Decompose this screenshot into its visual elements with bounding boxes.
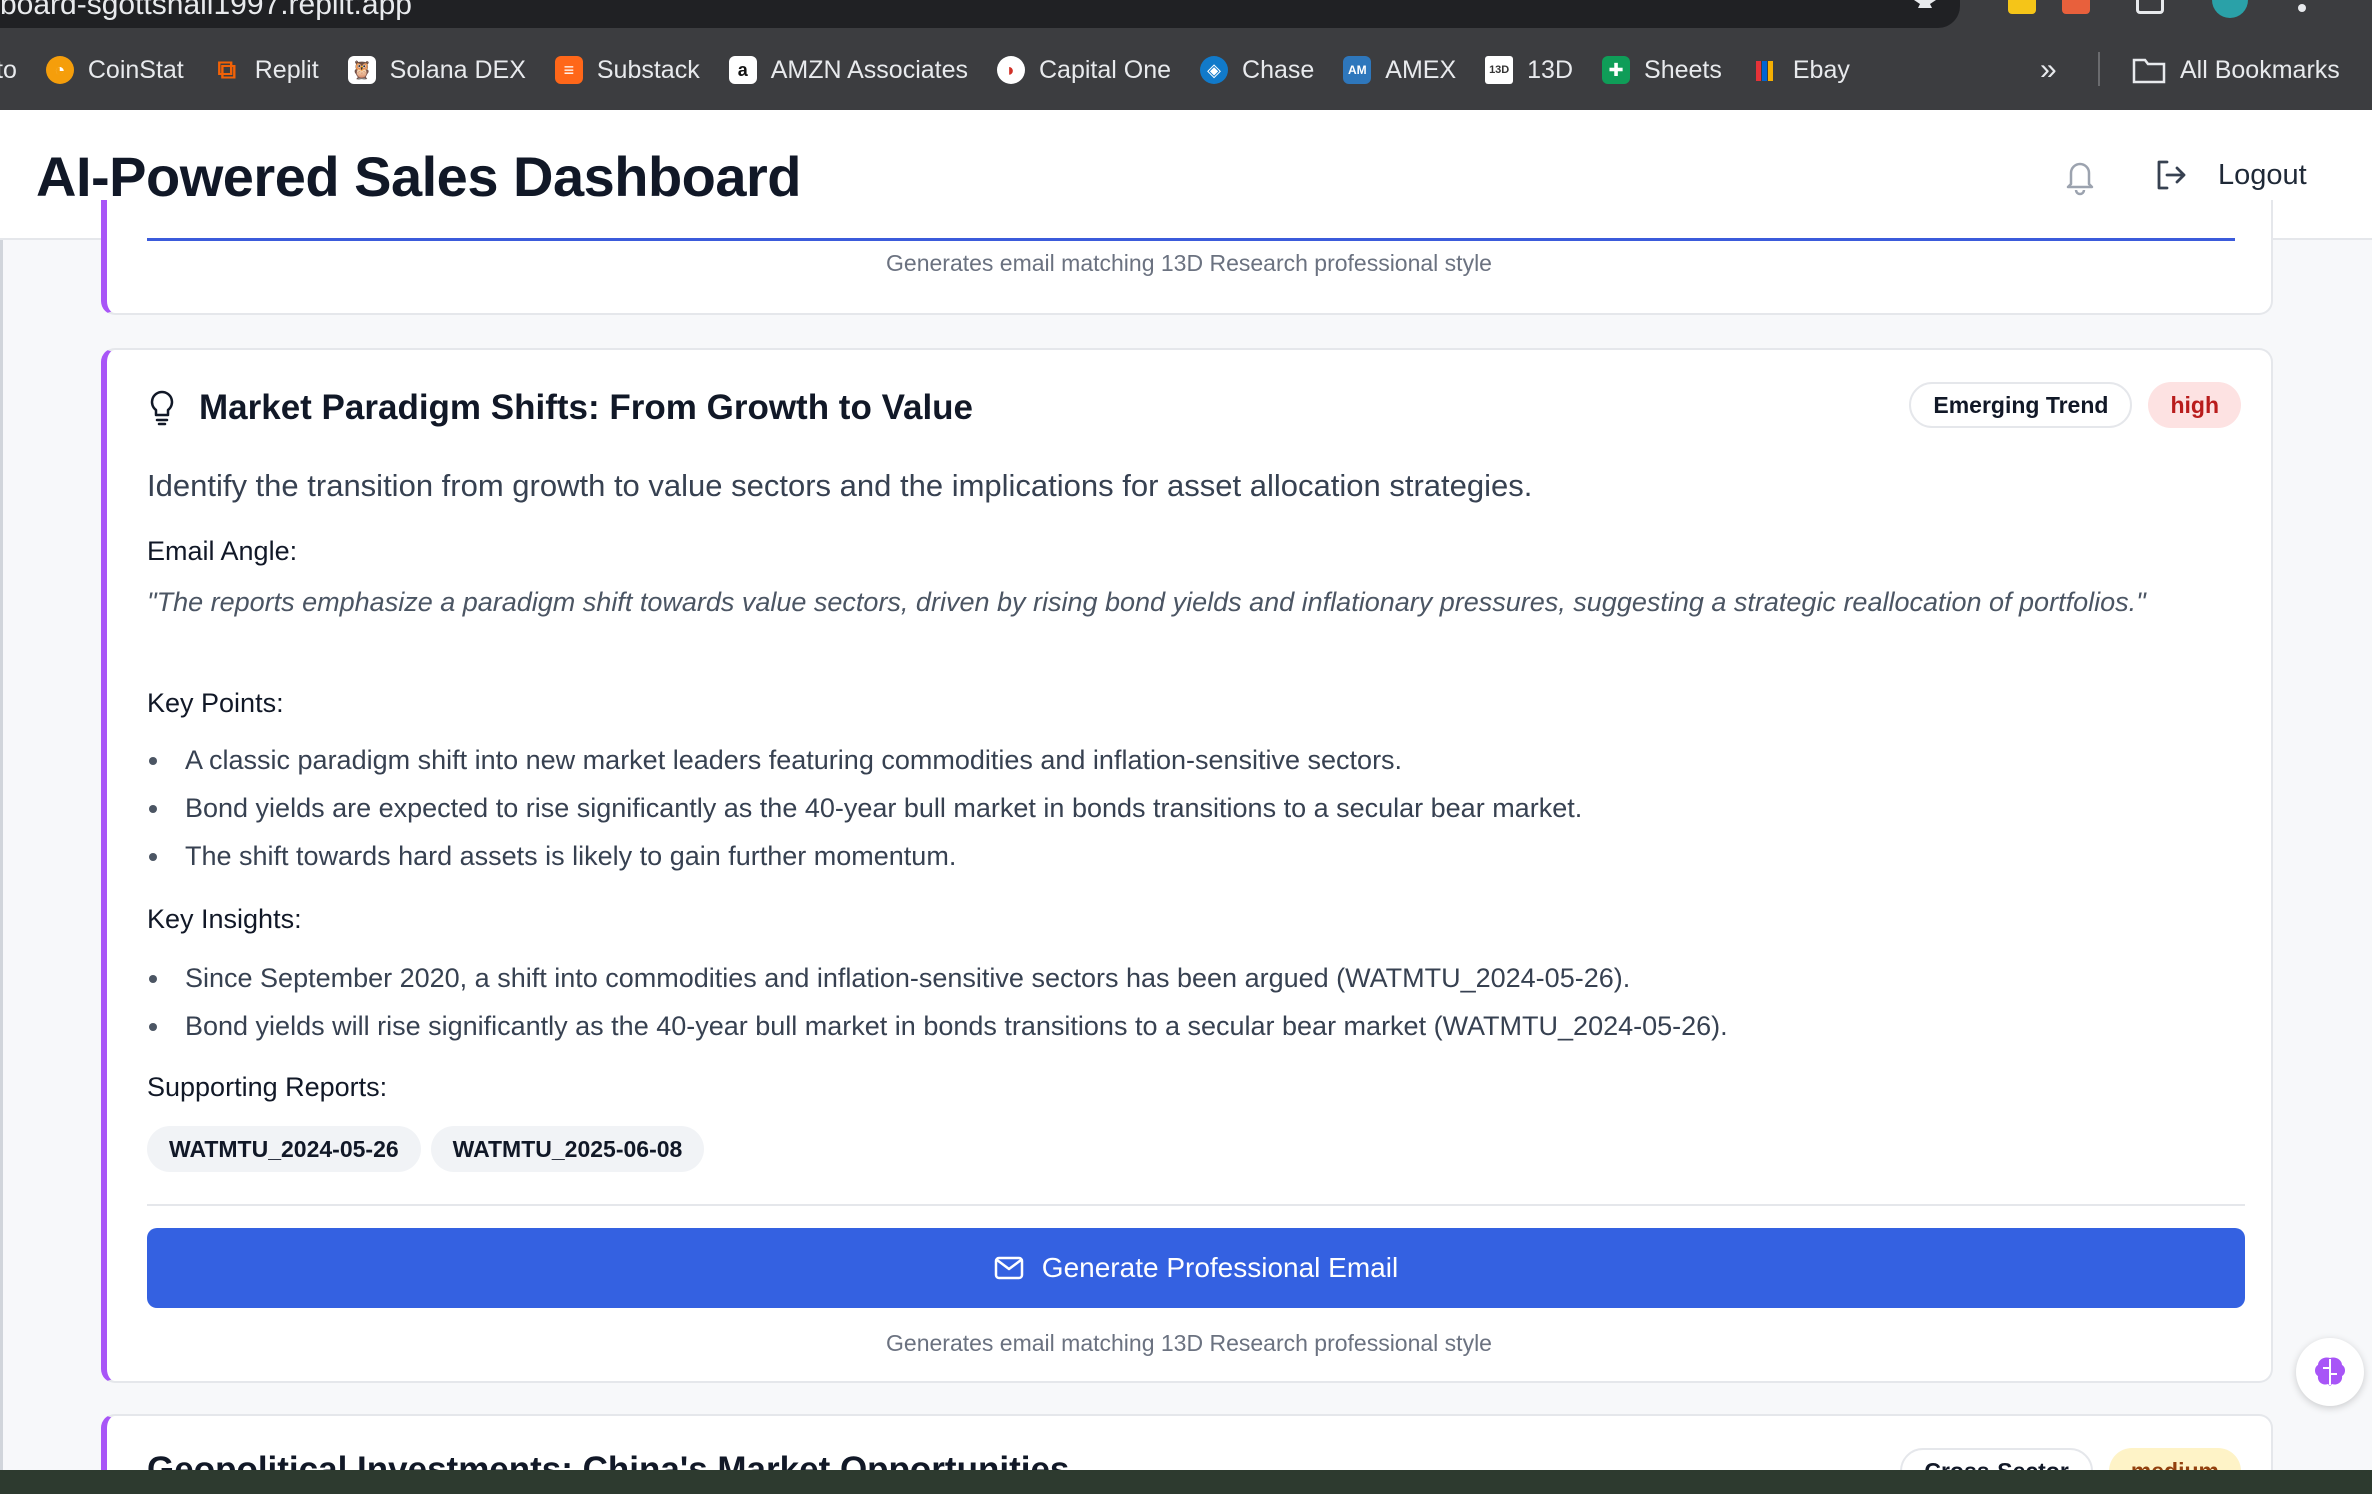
- card-badges: Emerging Trend high: [1909, 382, 2241, 428]
- list-item: A classic paradigm shift into new market…: [147, 736, 2237, 784]
- key-points-list: A classic paradigm shift into new market…: [147, 736, 2237, 880]
- extension-icon[interactable]: [2008, 0, 2036, 14]
- opportunity-card-previous: Generates email matching 13D Research pr…: [101, 200, 2273, 315]
- os-taskbar: [0, 1470, 2372, 1494]
- bookmark-coinstat[interactable]: ◔ CoinStat: [45, 30, 184, 110]
- star-icon[interactable]: [1912, 0, 1940, 14]
- list-item: Bond yields will rise significantly as t…: [147, 1002, 2237, 1050]
- browser-extension-icons: [1912, 0, 2372, 30]
- bookmark-chase[interactable]: ◈ Chase: [1200, 30, 1314, 110]
- bell-icon[interactable]: [2062, 156, 2098, 196]
- bookmark-capital-one[interactable]: ◗ Capital One: [997, 30, 1171, 110]
- bookmark-ebay[interactable]: Ebay: [1751, 30, 1850, 110]
- bookmark-sheets[interactable]: ✚ Sheets: [1602, 30, 1722, 110]
- logout-button[interactable]: Logout: [2154, 150, 2307, 200]
- lightbulb-icon: [150, 390, 174, 426]
- amazon-icon: a: [728, 56, 757, 84]
- replit-icon: ⧉: [217, 54, 237, 84]
- card-description: Identify the transition from growth to v…: [147, 468, 1533, 503]
- profile-avatar[interactable]: [2212, 0, 2248, 18]
- bookmark-substack[interactable]: ≡ Substack: [554, 30, 700, 110]
- generate-email-button[interactable]: Generate Professional Email: [147, 1228, 2245, 1308]
- folder-icon: [2132, 58, 2166, 84]
- amex-icon: AM: [1343, 56, 1372, 84]
- ebay-icon: [1751, 56, 1779, 84]
- chase-icon: ◈: [1200, 56, 1229, 84]
- report-chip[interactable]: WATMTU_2025-06-08: [430, 1126, 705, 1172]
- bookmark-partial[interactable]: to: [0, 30, 17, 110]
- trend-type-badge: Emerging Trend: [1909, 382, 2133, 428]
- bookmark-replit[interactable]: ⧉ Replit: [213, 30, 318, 110]
- supporting-reports-label: Supporting Reports:: [147, 1072, 388, 1102]
- kebab-menu-icon[interactable]: [2298, 4, 2306, 12]
- priority-badge: high: [2148, 382, 2241, 428]
- 13d-icon: 13D: [1485, 56, 1514, 84]
- owl-icon: 🦉: [347, 56, 376, 84]
- supporting-reports: WATMTU_2024-05-26 WATMTU_2025-06-08: [147, 1126, 714, 1172]
- list-item: The shift towards hard assets is likely …: [147, 832, 2237, 880]
- bookmarks-overflow-button[interactable]: »: [2040, 30, 2057, 110]
- logout-icon: [2157, 160, 2186, 190]
- email-angle-label: Email Angle:: [147, 536, 298, 566]
- capitalone-icon: ◗: [997, 56, 1025, 84]
- email-helper-text: Generates email matching 13D Research pr…: [886, 1330, 1492, 1356]
- generate-email-button-edge[interactable]: [147, 238, 2235, 241]
- list-item: Since September 2020, a shift into commo…: [147, 954, 2237, 1002]
- extension-icon[interactable]: [2062, 0, 2090, 14]
- card-header: Market Paradigm Shifts: From Growth to V…: [147, 388, 973, 428]
- list-item: Bond yields are expected to rise signifi…: [147, 784, 2237, 832]
- bookmarks-bar: to ◔ CoinStat ⧉ Replit 🦉 Solana DEX ≡ Su…: [0, 30, 2372, 110]
- mail-icon: [994, 1256, 1024, 1280]
- bookmark-13d[interactable]: 13D 13D: [1485, 30, 1573, 110]
- browser-address-bar: board-sgottshall1997.replit.app: [0, 0, 2372, 30]
- sheets-icon: ✚: [1602, 56, 1631, 84]
- url-text: board-sgottshall1997.replit.app: [0, 0, 412, 21]
- bookmark-amex[interactable]: AM AMEX: [1343, 30, 1456, 110]
- brain-icon: [2315, 1357, 2345, 1386]
- key-insights-label: Key Insights:: [147, 904, 302, 934]
- coinstat-icon: ◔: [45, 56, 74, 84]
- email-helper-text: Generates email matching 13D Research pr…: [886, 250, 1492, 276]
- key-points-label: Key Points:: [147, 688, 284, 718]
- substack-icon: ≡: [554, 56, 583, 84]
- tab-search-icon[interactable]: [2136, 0, 2164, 14]
- ai-assistant-button[interactable]: [2296, 1338, 2364, 1406]
- page-left-border: [0, 240, 3, 1470]
- bookmarks-divider: [2098, 52, 2100, 86]
- bookmark-amzn-associates[interactable]: a AMZN Associates: [728, 30, 968, 110]
- email-angle-text: "The reports emphasize a paradigm shift …: [147, 587, 2146, 617]
- key-insights-list: Since September 2020, a shift into commo…: [147, 954, 2237, 1050]
- all-bookmarks-button[interactable]: All Bookmarks: [2132, 30, 2340, 110]
- card-title: Market Paradigm Shifts: From Growth to V…: [199, 388, 974, 427]
- bookmark-solana-dex[interactable]: 🦉 Solana DEX: [347, 30, 526, 110]
- report-chip[interactable]: WATMTU_2024-05-26: [147, 1126, 421, 1172]
- url-field[interactable]: board-sgottshall1997.replit.app: [0, 0, 1960, 28]
- opportunity-card: Market Paradigm Shifts: From Growth to V…: [101, 348, 2273, 1383]
- divider: [147, 1204, 2245, 1206]
